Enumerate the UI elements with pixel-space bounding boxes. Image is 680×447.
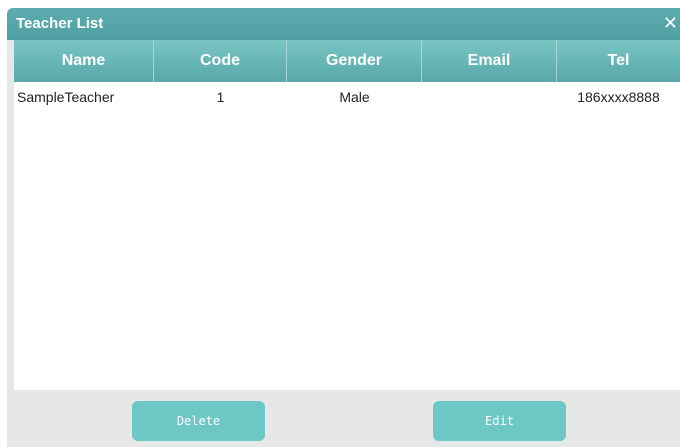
cell-name: SampleTeacher <box>17 89 115 105</box>
table-header: Name Code Gender Email Tel <box>14 40 680 82</box>
cell-code: 1 <box>216 89 225 105</box>
cell-tel: 186xxxx8888 <box>577 89 660 105</box>
column-header-code[interactable]: Code <box>154 40 287 82</box>
column-header-gender[interactable]: Gender <box>287 40 422 82</box>
title-bar[interactable]: Teacher List ✕ <box>7 8 680 40</box>
cell-gender: Male <box>339 89 370 105</box>
column-header-name[interactable]: Name <box>14 40 154 82</box>
column-header-email[interactable]: Email <box>422 40 557 82</box>
column-header-tel[interactable]: Tel <box>557 40 680 82</box>
table-row[interactable]: SampleTeacher 1 Male 186xxxx8888 <box>14 82 680 112</box>
delete-button[interactable]: Delete <box>132 401 265 441</box>
teacher-table: Name Code Gender Email Tel SampleTeacher… <box>14 40 680 390</box>
edit-button[interactable]: Edit <box>433 401 566 441</box>
cell-email <box>422 82 557 112</box>
window-title: Teacher List <box>16 15 104 32</box>
teacher-list-dialog: Teacher List ✕ Name Code Gender Email Te… <box>7 8 680 447</box>
close-icon[interactable]: ✕ <box>663 13 678 33</box>
